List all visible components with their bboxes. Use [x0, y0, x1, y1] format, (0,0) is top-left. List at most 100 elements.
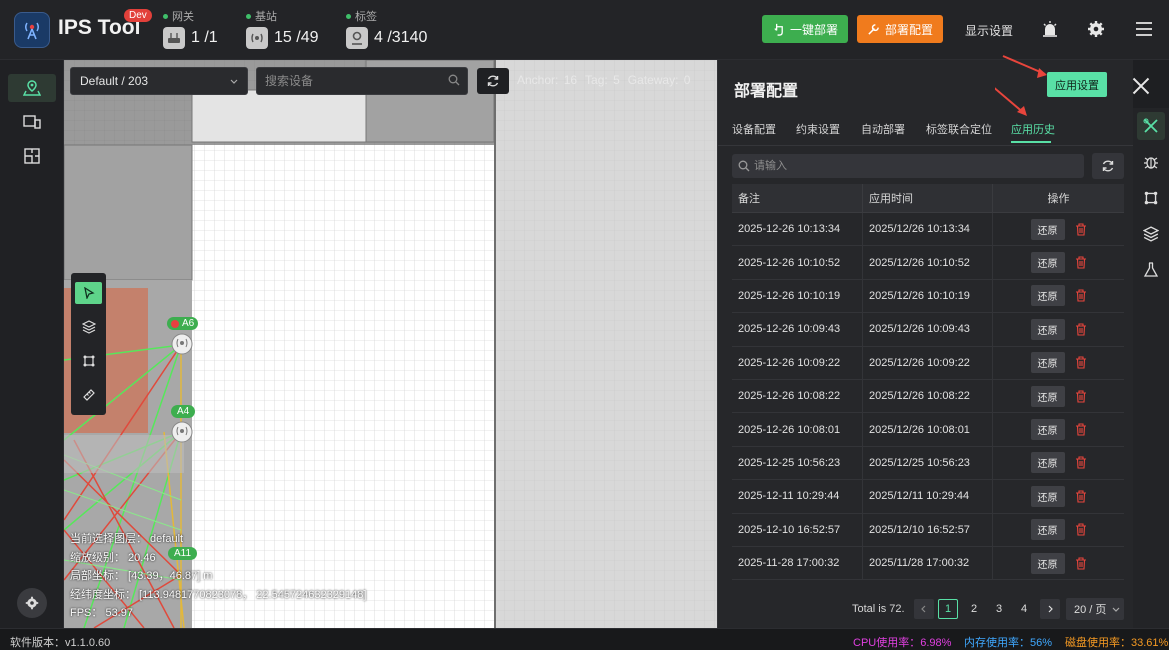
restore-button[interactable]: 还原: [1030, 485, 1065, 507]
row-note: 2025-12-26 10:09:43: [738, 323, 841, 336]
table-row: 2025-12-26 10:08:01 2025/12/26 10:08:01 还原: [732, 413, 1124, 447]
trash-icon[interactable]: [1075, 423, 1087, 436]
layers-button[interactable]: [1137, 220, 1165, 248]
row-time: 2025/12/26 10:08:22: [862, 379, 992, 413]
tag-stat[interactable]: 标签 4 /3140: [346, 8, 427, 49]
row-actions: 还原: [992, 546, 1124, 580]
layers-tool-button[interactable]: [75, 316, 102, 338]
floor-select[interactable]: Default / 203: [70, 67, 248, 95]
anchor-icon[interactable]: [171, 333, 193, 355]
history-search-input[interactable]: [754, 157, 1074, 175]
row-note: 2025-12-11 10:29:44: [738, 490, 840, 503]
chevron-down-icon: [1112, 607, 1120, 612]
app-window: IPS Tool Dev 网关 1 /1 基站 15 /49 标签 4 /314…: [0, 0, 1169, 650]
restore-button[interactable]: 还原: [1030, 285, 1065, 307]
deploy-config-button[interactable]: 部署配置: [857, 15, 943, 43]
deploy-config-panel: 部署配置 应用设置 设备配置 约束设置 自动部署 标签联合定位 应用历史 备注 …: [717, 60, 1150, 628]
page-2[interactable]: 2: [964, 599, 984, 619]
area-button[interactable]: [1137, 184, 1165, 212]
display-settings-link[interactable]: 显示设置: [965, 22, 1013, 39]
restore-button[interactable]: 还原: [1030, 452, 1065, 474]
history-search[interactable]: [732, 154, 1084, 178]
restore-button[interactable]: 还原: [1030, 519, 1065, 541]
refresh-icon: [1102, 160, 1114, 172]
status-bar: 软件版本：v1.1.0.60 CPU使用率：6.98% 内存使用率：56% 磁盘…: [0, 628, 1169, 650]
row-time: 2025/12/26 10:09:43: [862, 313, 992, 346]
apply-settings-button[interactable]: 应用设置: [1047, 72, 1107, 97]
trash-icon[interactable]: [1075, 390, 1087, 403]
anchor-marker[interactable]: A6: [167, 317, 199, 330]
panel-title: 部署配置: [734, 83, 799, 100]
gateway-stat[interactable]: 网关 1 /1: [163, 8, 218, 49]
tab-device-config[interactable]: 设备配置: [732, 121, 776, 137]
dev-badge: Dev: [124, 9, 152, 22]
page-3[interactable]: 3: [989, 599, 1009, 619]
restore-button[interactable]: 还原: [1030, 385, 1065, 407]
map-refresh-button[interactable]: [477, 68, 509, 94]
restore-button[interactable]: 还原: [1030, 552, 1065, 574]
tab-constraints[interactable]: 约束设置: [796, 121, 840, 137]
status-dot: [246, 13, 251, 19]
page-4[interactable]: 4: [1014, 599, 1034, 619]
trash-icon[interactable]: [1075, 289, 1087, 303]
wrench-icon: [868, 23, 879, 35]
trash-icon[interactable]: [1075, 456, 1087, 469]
page-size-select[interactable]: 20 / 页: [1066, 598, 1124, 620]
trash-icon[interactable]: [1075, 557, 1087, 570]
chevron-right-icon: [1048, 605, 1053, 613]
trash-icon[interactable]: [1075, 323, 1087, 336]
app-logo: [14, 12, 50, 48]
measure-tool-button[interactable]: [75, 384, 102, 406]
settings-gear-button[interactable]: [17, 588, 47, 618]
restore-button[interactable]: 还原: [1030, 318, 1065, 340]
tag-count: 4 /3140: [374, 29, 428, 46]
close-icon[interactable]: [1131, 76, 1151, 96]
trash-icon[interactable]: [1075, 256, 1087, 269]
restore-button[interactable]: 还原: [1030, 419, 1065, 441]
nav-map-button[interactable]: [8, 74, 56, 102]
lnglat-coord-text: 经纬度坐标： [113.9481770823078， 22.5457246323…: [70, 588, 367, 601]
menu-icon[interactable]: [1133, 18, 1155, 40]
next-page-button[interactable]: [1040, 599, 1060, 619]
trash-icon[interactable]: [1075, 523, 1087, 536]
memory-usage: 内存使用率：56%: [964, 637, 1053, 649]
restore-button[interactable]: 还原: [1030, 218, 1065, 240]
tab-tag-joint-positioning[interactable]: 标签联合定位: [926, 121, 992, 137]
trash-icon[interactable]: [1075, 490, 1087, 503]
trash-icon[interactable]: [1075, 356, 1087, 369]
row-actions: 还原: [992, 379, 1124, 413]
anchor-stat[interactable]: 基站 15 /49: [246, 8, 318, 49]
select-tool-button[interactable]: [75, 282, 102, 304]
area-select-icon: [1144, 191, 1158, 205]
history-refresh-button[interactable]: [1092, 153, 1124, 179]
row-actions: 还原: [992, 513, 1124, 546]
layers-icon: [81, 320, 96, 334]
table-row: 2025-12-26 10:09:22 2025/12/26 10:09:22 还原: [732, 346, 1124, 380]
area-select-icon: [83, 355, 94, 367]
lab-button[interactable]: [1137, 256, 1165, 284]
one-click-deploy-button[interactable]: 一键部署: [762, 15, 848, 43]
antenna-icon: [25, 22, 39, 40]
anchor-marker[interactable]: A4: [171, 405, 196, 418]
device-search[interactable]: [256, 67, 468, 95]
anchor-icon[interactable]: [171, 421, 193, 443]
nav-floorplan-button[interactable]: [8, 142, 56, 170]
area-tool-button[interactable]: [75, 350, 102, 372]
tab-apply-history[interactable]: 应用历史: [1011, 121, 1055, 137]
prev-page-button[interactable]: [914, 599, 934, 619]
restore-button[interactable]: 还原: [1030, 352, 1065, 374]
zoom-level-text: 缩放级别： 20.46: [70, 551, 156, 564]
trash-icon[interactable]: [1075, 223, 1087, 236]
device-search-input[interactable]: [257, 68, 437, 94]
row-actions: 还原: [992, 213, 1124, 246]
debug-button[interactable]: [1137, 148, 1165, 176]
nav-devices-button[interactable]: [8, 108, 56, 136]
gateway-count: 1 /1: [191, 29, 218, 46]
alarm-icon[interactable]: [1039, 18, 1061, 40]
location-pin-icon: [346, 27, 368, 49]
gear-icon[interactable]: [1085, 18, 1107, 40]
deploy-tools-button[interactable]: [1137, 112, 1165, 140]
page-1[interactable]: 1: [938, 599, 958, 619]
tab-auto-deploy[interactable]: 自动部署: [861, 121, 905, 137]
restore-button[interactable]: 还原: [1030, 252, 1065, 274]
